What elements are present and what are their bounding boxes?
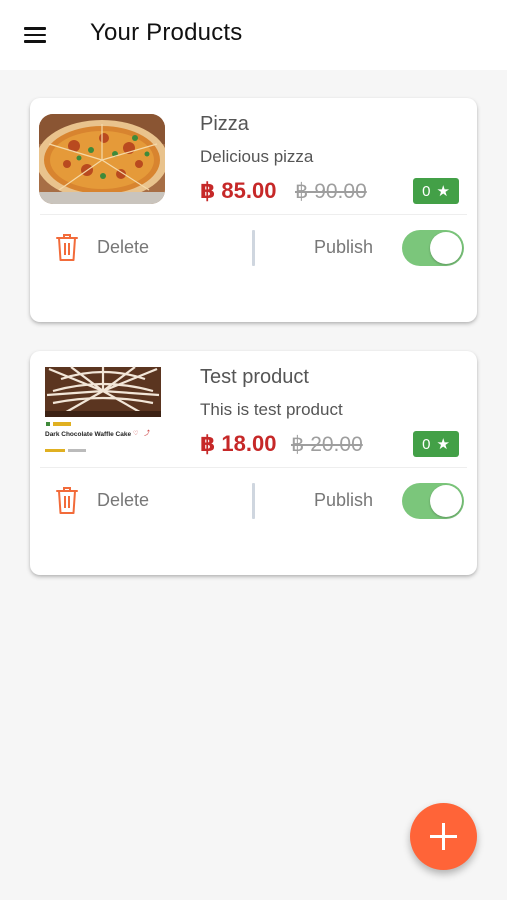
svg-text:♡: ♡: [133, 430, 138, 437]
publish-label: Publish: [314, 490, 374, 510]
product-card: Dark Chocolate Waffle Cake ♡ ⤴ Test prod…: [30, 351, 477, 575]
product-description: This is test product: [200, 400, 343, 419]
add-product-button[interactable]: [410, 803, 477, 870]
toggle-knob: [430, 485, 462, 517]
divider: [40, 214, 467, 215]
publish-label: Publish: [314, 237, 374, 257]
app-bar: Your Products: [0, 0, 507, 70]
product-old-price: ฿ 90.00: [295, 180, 367, 203]
product-name: Test product: [200, 366, 309, 388]
svg-text:⤴: ⤴: [144, 429, 150, 437]
product-price: ฿ 85.00: [200, 178, 277, 203]
star-icon: ★: [436, 436, 450, 453]
rating-value: 0: [422, 435, 431, 453]
trash-icon[interactable]: [55, 232, 79, 262]
trash-icon[interactable]: [55, 485, 79, 515]
product-price: ฿ 18.00: [200, 431, 277, 456]
image-caption-line1: Dark Chocolate Waffle Cake: [45, 431, 131, 438]
product-description: Delicious pizza: [200, 147, 314, 166]
pizza-image: [39, 114, 165, 204]
product-name: Pizza: [200, 113, 249, 135]
separator: [252, 230, 255, 266]
rating-value: 0: [422, 182, 431, 200]
page-title: Your Products: [90, 19, 243, 46]
chocolate-waffle-cake-image: Dark Chocolate Waffle Cake ♡ ⤴: [41, 365, 165, 459]
publish-toggle[interactable]: [402, 230, 464, 266]
menu-icon[interactable]: [24, 27, 46, 43]
rating-badge: 0 ★: [413, 431, 459, 457]
product-old-price: ฿ 20.00: [291, 433, 363, 456]
divider: [40, 467, 467, 468]
rating-badge: 0 ★: [413, 178, 459, 204]
delete-button[interactable]: Delete: [97, 490, 149, 511]
product-card: Pizza Delicious pizza ฿ 85.00 ฿ 90.00 0 …: [30, 98, 477, 322]
star-icon: ★: [436, 183, 450, 200]
publish-toggle[interactable]: [402, 483, 464, 519]
toggle-knob: [430, 232, 462, 264]
delete-button[interactable]: Delete: [97, 237, 149, 258]
separator: [252, 483, 255, 519]
